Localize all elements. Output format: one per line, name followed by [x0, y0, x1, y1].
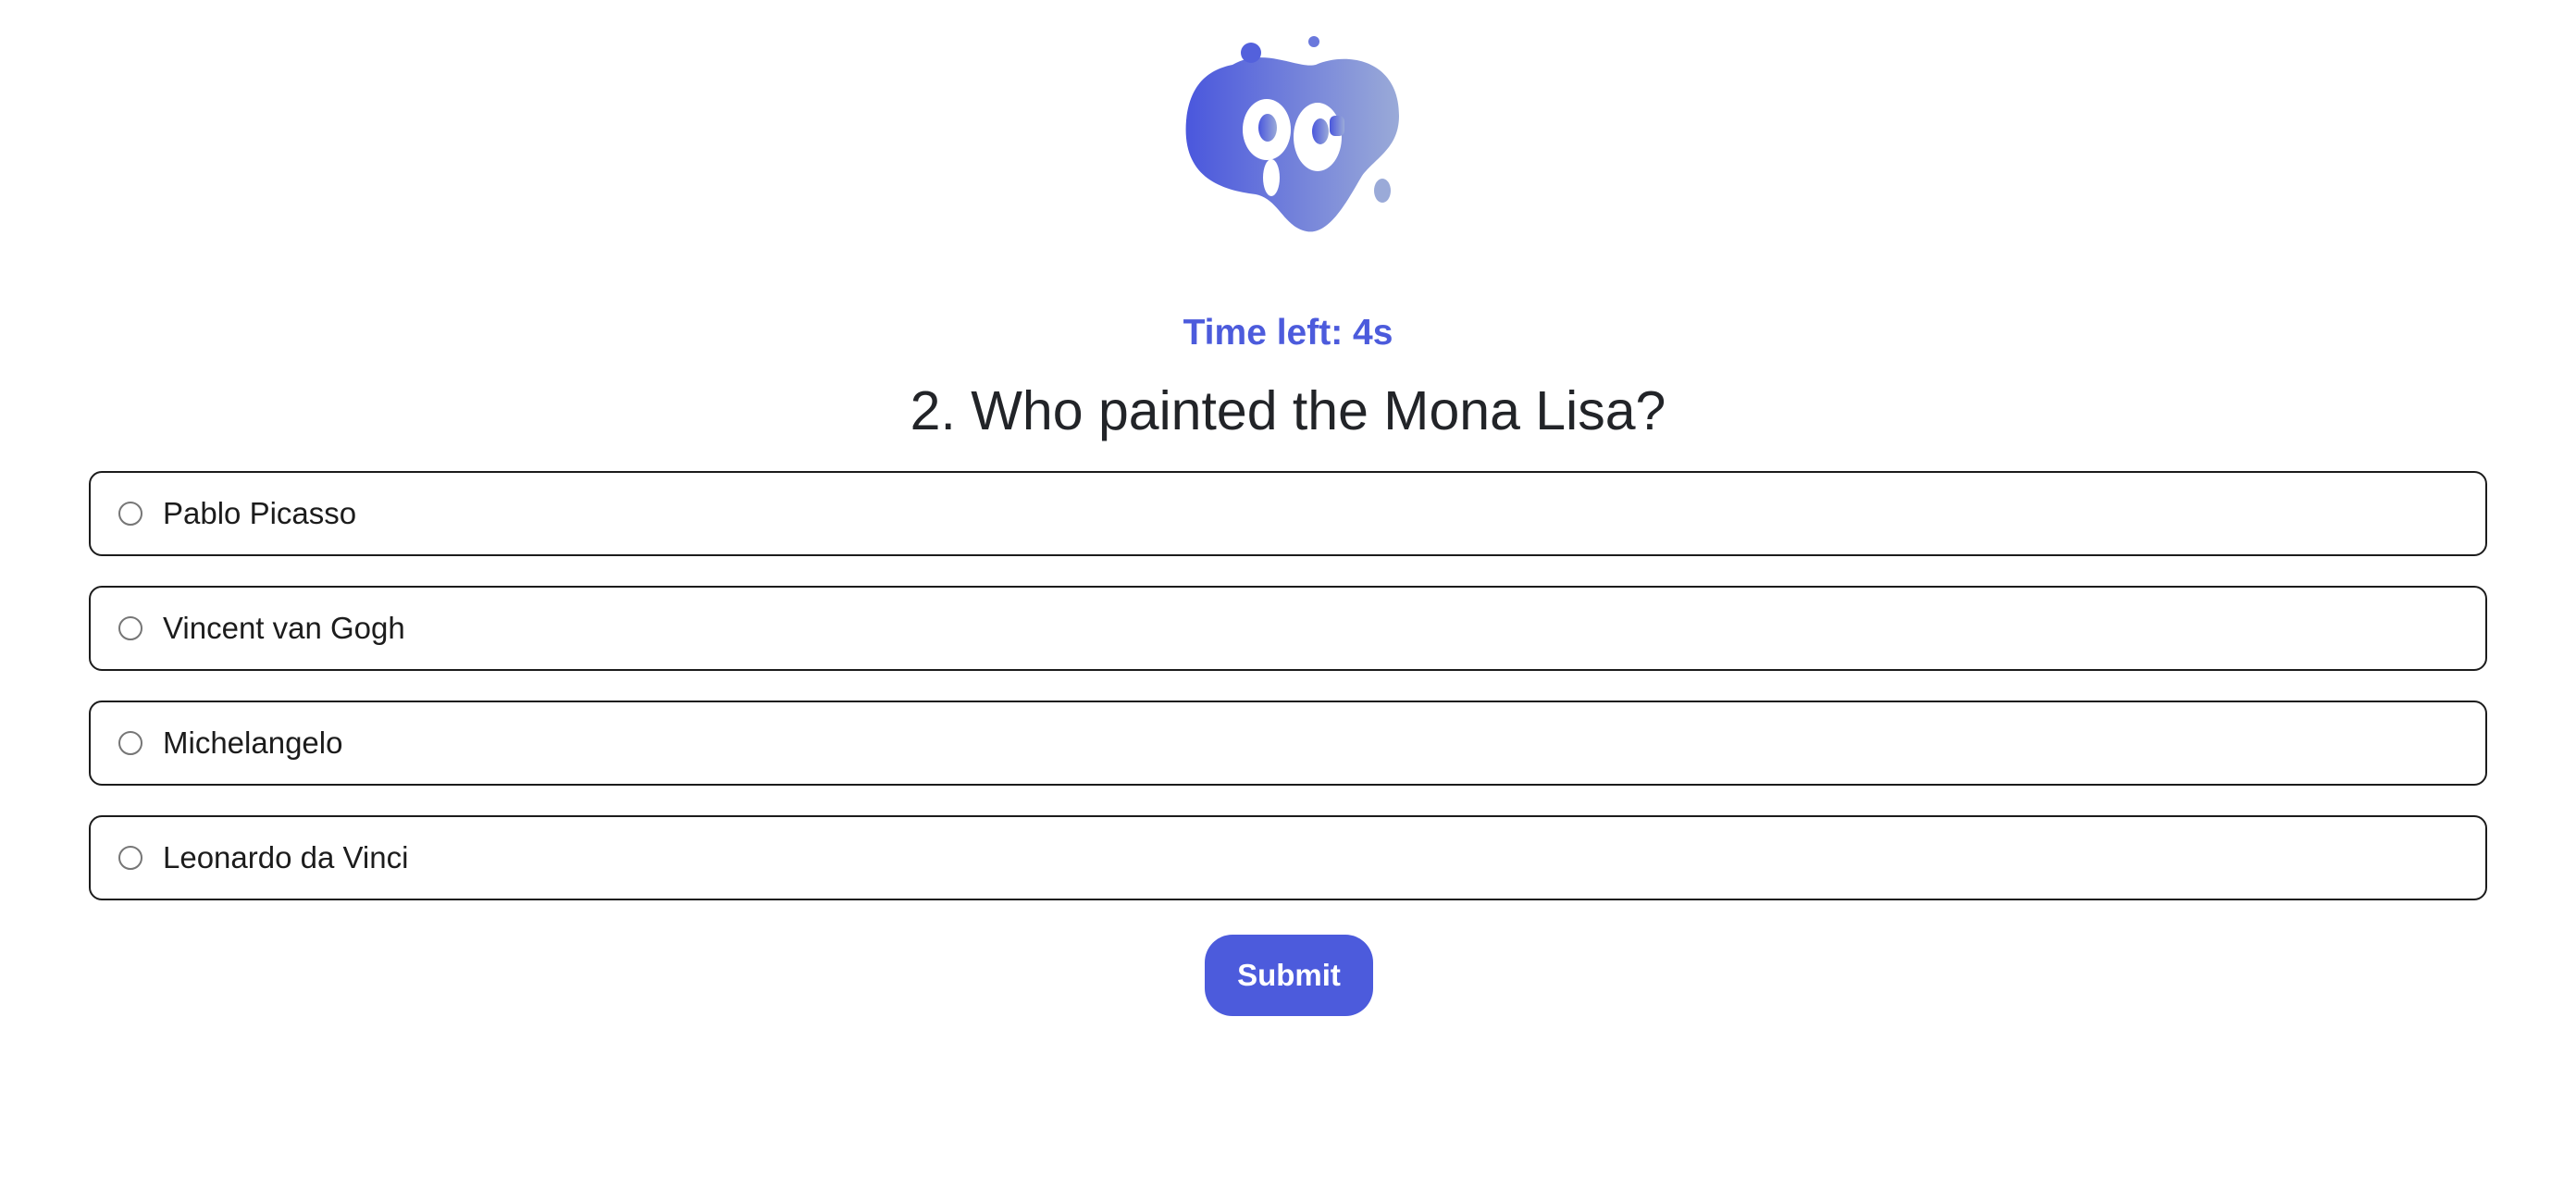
radio-button[interactable] [118, 502, 142, 526]
answer-option-pablo-picasso[interactable]: Pablo Picasso [89, 471, 2487, 556]
qc-blob-logo-icon [1185, 36, 1399, 232]
answer-option-label: Pablo Picasso [163, 496, 357, 530]
app-logo [1177, 28, 1412, 241]
answer-option-label: Vincent van Gogh [163, 611, 405, 645]
answer-option-leonardo-da-vinci[interactable]: Leonardo da Vinci [89, 815, 2487, 900]
time-left-label: Time left: 4s [1183, 313, 1393, 353]
answer-option-michelangelo[interactable]: Michelangelo [89, 701, 2487, 786]
radio-button[interactable] [118, 846, 142, 870]
quiz-page: Time left: 4s 2. Who painted the Mona Li… [0, 0, 2576, 1203]
radio-button[interactable] [118, 731, 142, 755]
answer-option-label: Leonardo da Vinci [163, 840, 409, 874]
answer-option-label: Michelangelo [163, 726, 343, 760]
submit-button[interactable]: Submit [1205, 935, 1373, 1016]
answer-option-vincent-van-gogh[interactable]: Vincent van Gogh [89, 586, 2487, 671]
radio-button[interactable] [118, 616, 142, 640]
question-text: 2. Who painted the Mona Lisa? [910, 380, 1666, 441]
answer-options-list: Pablo Picasso Vincent van Gogh Michelang… [89, 471, 2487, 930]
